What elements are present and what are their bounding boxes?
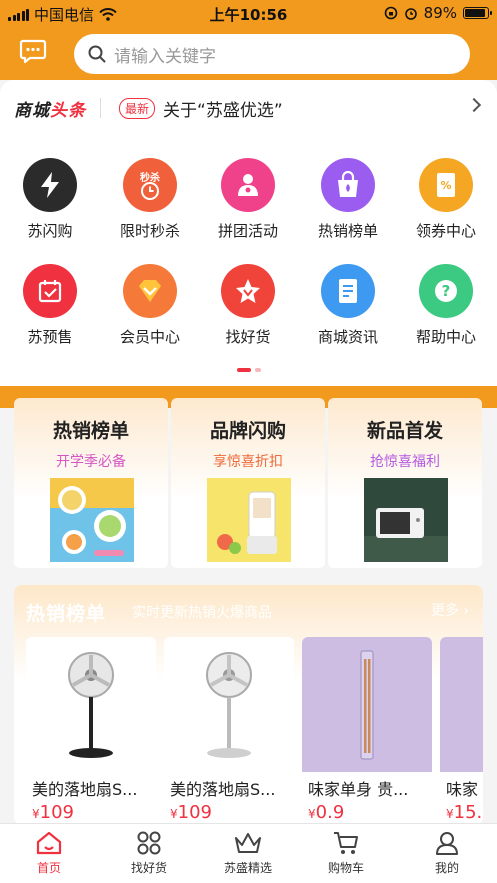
menu-item-flash-buy[interactable]: 苏闪购 — [10, 158, 90, 241]
chat-bubble-icon — [19, 39, 47, 64]
product-card[interactable]: 味家单身 贵... ¥0.9 — [302, 637, 432, 825]
headline-bar[interactable]: 商城头条 最新 关于“苏盛优选” — [0, 80, 497, 136]
group-buy-icon — [221, 158, 275, 212]
headline-text[interactable]: 关于“苏盛优选” — [163, 96, 283, 121]
hot-list-section: 热销榜单 实时更新热销火爆商品 更多 › 美的落地扇S... ¥109 美的落地… — [14, 585, 483, 825]
product-card[interactable]: 美的落地扇S... ¥109 — [164, 637, 294, 825]
promo-subtitle: 开学季必备 — [56, 454, 126, 470]
product-price: ¥15.8 — [446, 802, 483, 823]
promo-card-hot-list[interactable]: 热销榜单 开学季必备 — [14, 398, 168, 568]
product-name: 美的落地扇S... — [32, 780, 138, 799]
tab-featured[interactable]: 苏盛精选 — [208, 830, 288, 876]
product-card[interactable]: 味家 ¥15.8 — [440, 637, 483, 825]
product-card[interactable]: 美的落地扇S... ¥109 — [26, 637, 156, 825]
tab-cart[interactable]: 购物车 — [306, 830, 386, 876]
promo-card-brand-flash[interactable]: 品牌闪购 享惊喜折扣 — [171, 398, 325, 568]
divider — [100, 98, 101, 118]
grid-icon — [137, 831, 161, 855]
product-image-cutting-board — [440, 637, 483, 772]
promo-image-food — [50, 478, 134, 562]
status-bar: 中国电信 上午10:56 89% — [0, 0, 497, 26]
crown-icon — [235, 833, 261, 853]
tab-mine[interactable]: 我的 — [407, 830, 487, 876]
battery-icon — [463, 7, 492, 19]
user-icon — [436, 832, 458, 855]
calendar-check-icon — [23, 264, 77, 318]
promo-card-new-release[interactable]: 新品首发 抢惊喜福利 — [328, 398, 482, 568]
menu-item-coupon[interactable]: % 领券中心 — [406, 158, 486, 241]
menu-item-good-finds[interactable]: 找好货 — [208, 264, 288, 347]
product-name: 味家单身 贵... — [308, 780, 409, 799]
lightning-icon — [23, 158, 77, 212]
promo-subtitle: 享惊喜折扣 — [213, 454, 283, 470]
section-title: 热销榜单 — [26, 603, 107, 625]
coupon-icon: % — [419, 158, 473, 212]
question-icon: ? — [419, 264, 473, 318]
page-dot-active — [236, 368, 251, 372]
product-image-chopsticks — [302, 637, 432, 772]
product-image-fan — [164, 637, 294, 772]
more-link[interactable]: 更多 › — [431, 600, 469, 620]
chevron-right-icon[interactable] — [466, 97, 482, 113]
menu-grid: 苏闪购 秒杀 限时秒杀 拼团活动 热销榜单 % 领券中心 苏预售 会员中心 找好… — [0, 136, 497, 386]
svg-text:%: % — [440, 179, 451, 192]
product-name: 美的落地扇S... — [170, 780, 276, 799]
menu-item-help[interactable]: ? 帮助中心 — [406, 264, 486, 347]
message-button[interactable] — [18, 36, 48, 66]
promo-subtitle: 抢惊喜福利 — [370, 454, 440, 470]
battery-percent: 89% — [423, 4, 457, 22]
headline-logo: 商城头条 — [14, 100, 86, 121]
page-indicator — [0, 368, 497, 372]
header: 请输入关键字 — [0, 26, 497, 80]
promo-title: 热销榜单 — [52, 420, 129, 442]
promo-title: 品牌闪购 — [209, 420, 286, 442]
menu-item-presale[interactable]: 苏预售 — [10, 264, 90, 347]
product-price: ¥109 — [32, 802, 74, 823]
star-badge-icon — [221, 264, 275, 318]
promo-image-microwave — [364, 478, 448, 562]
product-price: ¥109 — [170, 802, 212, 823]
flash-sale-clock-icon: 秒杀 — [123, 158, 177, 212]
vip-diamond-icon — [123, 264, 177, 318]
product-image-fan — [26, 637, 156, 772]
new-badge: 最新 — [119, 97, 156, 119]
section-subtitle: 实时更新热销火爆商品 — [132, 605, 272, 621]
menu-item-hot-list[interactable]: 热销榜单 — [308, 158, 388, 241]
home-icon — [36, 831, 62, 855]
promo-title: 新品首发 — [366, 420, 443, 442]
product-name: 味家 — [446, 780, 479, 799]
promo-image-blender — [207, 478, 291, 562]
svg-text:?: ? — [442, 282, 451, 300]
rotation-lock-icon — [384, 6, 397, 20]
search-placeholder: 请输入关键字 — [114, 46, 216, 67]
cart-icon — [334, 832, 358, 854]
product-price: ¥0.9 — [308, 802, 345, 823]
news-icon — [321, 264, 375, 318]
shopping-bag-icon — [321, 158, 375, 212]
bottom-tab-bar: 首页 找好货 苏盛精选 购物车 我的 — [0, 823, 497, 883]
menu-item-flash-sale[interactable]: 秒杀 限时秒杀 — [110, 158, 190, 241]
menu-item-group-buy[interactable]: 拼团活动 — [208, 158, 288, 241]
page-dot — [254, 368, 261, 372]
tab-good-finds[interactable]: 找好货 — [109, 830, 189, 876]
menu-item-news[interactable]: 商城资讯 — [308, 264, 388, 347]
tab-home[interactable]: 首页 — [9, 830, 89, 876]
search-icon — [88, 45, 106, 63]
menu-item-member[interactable]: 会员中心 — [110, 264, 190, 347]
search-input[interactable]: 请输入关键字 — [74, 34, 470, 74]
alarm-icon — [404, 8, 417, 20]
